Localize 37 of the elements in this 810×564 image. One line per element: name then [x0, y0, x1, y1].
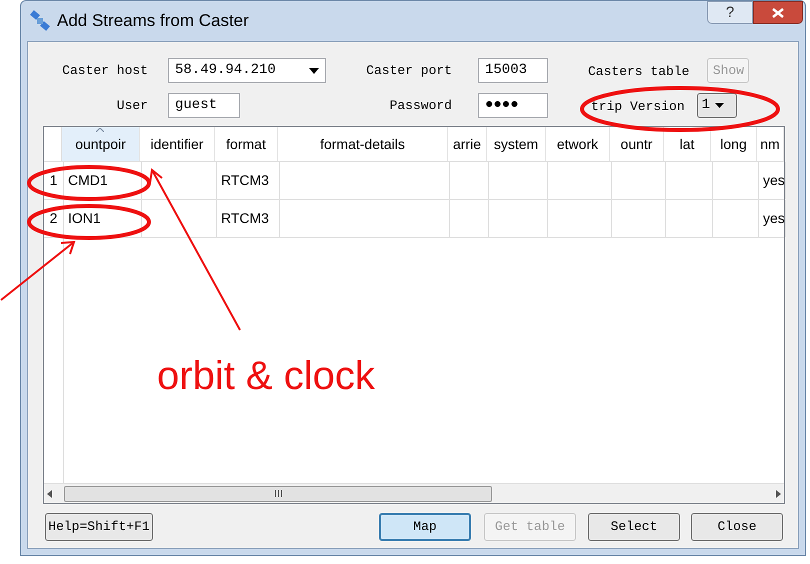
scroll-right-icon [776, 490, 781, 498]
field-label: Casters table [588, 64, 690, 78]
table-cell-text: RTCM3 [221, 171, 269, 190]
table-cell-text: RTCM3 [221, 209, 269, 228]
caster-port-field[interactable]: 15003 [478, 58, 548, 83]
field-label: Caster host [61, 62, 148, 80]
table-cell-text: CMD1 [68, 171, 108, 190]
field-label: Caster port [365, 62, 452, 80]
grip-icon [274, 490, 282, 497]
close-button[interactable] [753, 1, 803, 24]
row-number: 2 [44, 200, 64, 237]
scrollbar-thumb[interactable] [64, 486, 492, 502]
field-label: User [116, 96, 148, 115]
ntrip-version-dropdown[interactable]: 1 [696, 93, 737, 118]
horizontal-scrollbar[interactable] [44, 483, 784, 503]
dialog-button[interactable]: Close [691, 513, 783, 541]
table-cell-text: ION1 [68, 209, 101, 228]
password-field[interactable]: ●●●● [478, 93, 548, 118]
help-button[interactable]: ? [707, 1, 753, 24]
satellite-icon [29, 10, 51, 32]
user-field[interactable]: guest [168, 93, 240, 118]
table-cell-text: yes [763, 209, 785, 228]
row-number: 1 [44, 162, 64, 199]
close-icon [772, 8, 784, 18]
dialog-button[interactable]: Map [379, 513, 471, 541]
table-cell-text: yes [763, 171, 785, 190]
window-title: Add Streams from Caster [57, 10, 249, 32]
dialog-button[interactable]: Help=Shift+F1 [45, 513, 153, 541]
column-header[interactable]: ountpoir [62, 127, 140, 161]
caster-host-dropdown[interactable]: 58.49.94.210 [168, 58, 326, 83]
dropdown-arrow-icon [715, 103, 724, 108]
field-label: Password [388, 96, 452, 115]
dropdown-arrow-icon [309, 68, 319, 74]
scroll-left-icon [47, 490, 52, 498]
dialog-button[interactable]: Select [588, 513, 680, 541]
field-label: trip Version [591, 98, 685, 114]
annotation-text: orbit & clock [157, 353, 375, 400]
